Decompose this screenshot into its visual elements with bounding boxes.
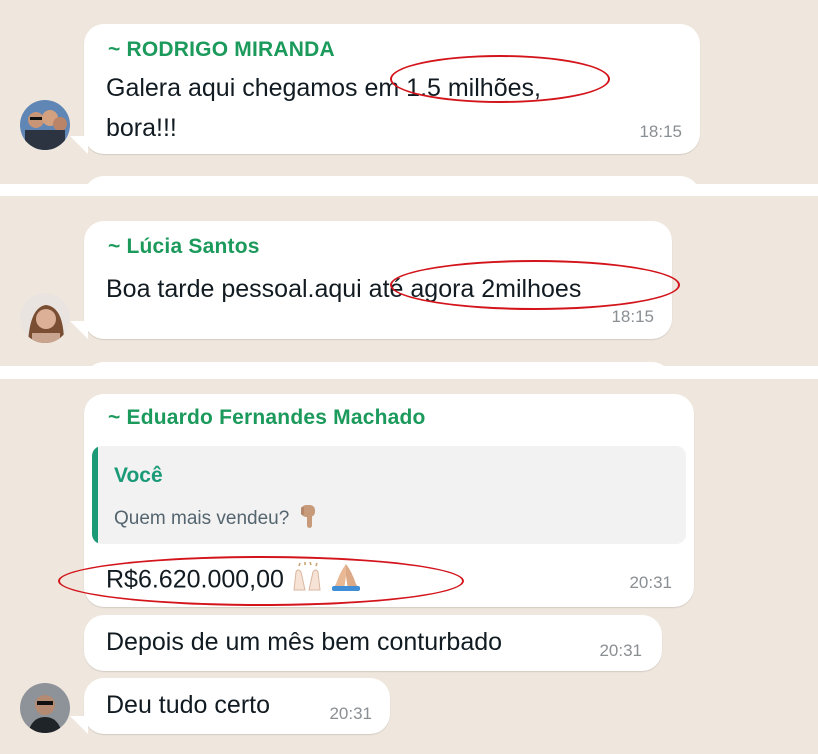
screenshot-section-2: ~ Lúcia Santos Boa tarde pessoal.aqui at… xyxy=(0,196,818,366)
section-divider xyxy=(0,184,818,196)
bubble-tail xyxy=(70,321,88,339)
screenshot-section-3: ~ Eduardo Fernandes Machado Você Quem ma… xyxy=(0,379,818,754)
message-bubble[interactable]: Deu tudo certo 20:31 xyxy=(84,678,390,734)
message-text: R$6.620.000,00 xyxy=(106,561,362,600)
message-text: Deu tudo certo xyxy=(106,691,270,719)
message-text: Boa tarde pessoal.aqui até agora 2milhoe… xyxy=(106,275,582,303)
sender-name[interactable]: ~ Lúcia Santos xyxy=(108,235,260,259)
quote-author: Você xyxy=(114,464,163,487)
raising-hands-icon xyxy=(291,561,323,600)
message-amount: R$6.620.000,00 xyxy=(106,565,284,594)
message-bubble-partial xyxy=(84,176,700,184)
quoted-message[interactable]: Você Quem mais vendeu? xyxy=(92,446,686,544)
message-text-line-2: bora!!! xyxy=(106,114,177,142)
bubble-tail xyxy=(70,136,88,154)
message-bubble[interactable]: Depois de um mês bem conturbado 20:31 xyxy=(84,615,662,671)
message-bubble[interactable]: ~ RODRIGO MIRANDA Galera aqui chegamos e… xyxy=(84,24,700,154)
message-timestamp: 18:15 xyxy=(639,122,682,141)
quote-text-content: Quem mais vendeu? xyxy=(114,508,290,530)
folded-hands-icon xyxy=(330,562,362,600)
message-timestamp: 20:31 xyxy=(329,704,372,723)
avatar[interactable] xyxy=(20,683,70,733)
avatar[interactable] xyxy=(20,100,70,150)
section-divider xyxy=(0,366,818,379)
message-bubble[interactable]: ~ Lúcia Santos Boa tarde pessoal.aqui at… xyxy=(84,221,672,339)
message-timestamp: 20:31 xyxy=(599,641,642,660)
quote-accent-bar xyxy=(92,446,98,544)
sender-name[interactable]: ~ Eduardo Fernandes Machado xyxy=(108,406,426,430)
message-text-line-1: Galera aqui chegamos em 1.5 milhões, xyxy=(106,74,541,102)
avatar[interactable] xyxy=(20,293,70,343)
message-timestamp: 18:15 xyxy=(611,307,654,326)
message-text: Depois de um mês bem conturbado xyxy=(106,628,503,656)
bubble-tail xyxy=(70,716,88,734)
pointing-down-hand-icon xyxy=(295,502,323,536)
sender-name[interactable]: ~ RODRIGO MIRANDA xyxy=(108,38,335,62)
message-timestamp: 20:31 xyxy=(629,573,672,592)
message-bubble[interactable]: ~ Eduardo Fernandes Machado Você Quem ma… xyxy=(84,394,694,607)
screenshot-section-1: ~ RODRIGO MIRANDA Galera aqui chegamos e… xyxy=(0,0,818,184)
quote-text: Quem mais vendeu? xyxy=(114,502,323,536)
